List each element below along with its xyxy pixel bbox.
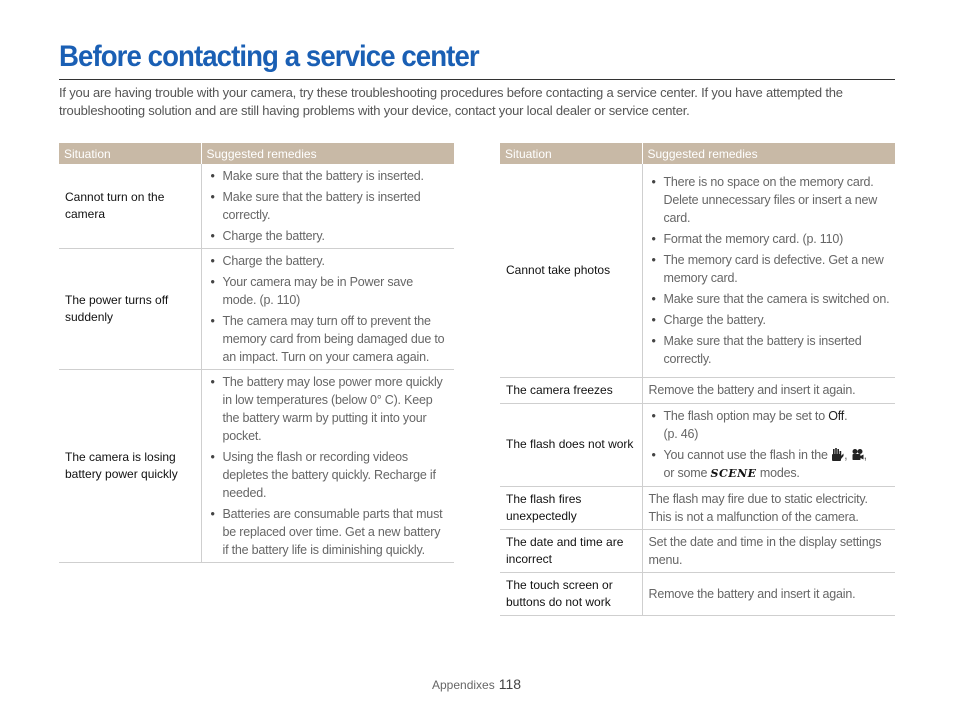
remedy-text: modes.	[759, 465, 800, 480]
movie-camera-icon	[852, 448, 864, 460]
remedy-text: The flash option may be set to	[663, 408, 829, 423]
situation-cell: Cannot turn on the camera	[59, 164, 202, 249]
remedy-item: Make sure that the battery is inserted.	[208, 167, 450, 185]
table-row: The flash does not work The flash option…	[500, 403, 895, 487]
remedy-text: or some	[663, 465, 708, 480]
remedies-cell: Set the date and time in the display set…	[642, 529, 895, 573]
remedy-item: Make sure that the camera is switched on…	[649, 290, 891, 308]
remedy-item: There is no space on the memory card. De…	[649, 173, 891, 227]
remedy-item: You cannot use the flash in the , , or s…	[649, 446, 891, 483]
remedy-text: .	[844, 408, 848, 423]
situation-cell: The camera is losing battery power quick…	[59, 369, 202, 563]
table-row: The flash fires unexpectedly The flash m…	[500, 486, 895, 530]
scene-icon: SCENE	[710, 466, 757, 480]
troubleshooting-table-left: Situation Suggested remedies Cannot turn…	[59, 143, 454, 563]
remedies-cell: Remove the battery and insert it again.	[642, 377, 895, 404]
title-divider	[59, 79, 895, 80]
remedy-item: The memory card is defective. Get a new …	[649, 251, 891, 287]
situation-cell: The flash does not work	[500, 403, 643, 487]
situation-cell: The touch screen or buttons do not work	[500, 572, 643, 616]
remedy-list: Charge the battery. Your camera may be i…	[208, 252, 450, 366]
table-header-row: Situation Suggested remedies	[500, 143, 895, 164]
remedy-text: You cannot use the flash in the	[663, 447, 829, 462]
header-situation: Situation	[500, 143, 643, 164]
situation-cell: The camera freezes	[500, 377, 643, 404]
header-situation: Situation	[59, 143, 202, 164]
table-row: The camera freezes Remove the battery an…	[500, 377, 895, 404]
table-header-row: Situation Suggested remedies	[59, 143, 454, 164]
separator: ,	[863, 447, 868, 462]
situation-cell: Cannot take photos	[500, 164, 643, 378]
remedy-list: There is no space on the memory card. De…	[649, 173, 891, 368]
footer-section-label: Appendixes	[432, 678, 495, 692]
remedies-cell: The battery may lose power more quickly …	[201, 369, 454, 563]
remedies-cell: There is no space on the memory card. De…	[642, 164, 895, 378]
remedy-item: Format the memory card. (p. 110)	[649, 230, 891, 248]
remedy-item: The camera may turn off to prevent the m…	[208, 312, 450, 366]
table-row: Cannot turn on the camera Make sure that…	[59, 164, 454, 249]
remedies-cell: Make sure that the battery is inserted. …	[201, 164, 454, 249]
remedy-item: Your camera may be in Power save mode. (…	[208, 273, 450, 309]
remedy-item: Batteries are consumable parts that must…	[208, 505, 450, 559]
situation-cell: The date and time are incorrect	[500, 529, 643, 573]
separator: ,	[844, 447, 848, 462]
page-number: 118	[498, 676, 522, 692]
table-row: The touch screen or buttons do not work …	[500, 572, 895, 616]
remedy-item: Make sure that the battery is inserted c…	[649, 332, 891, 368]
situation-cell: The power turns off suddenly	[59, 248, 202, 370]
remedy-item: Charge the battery.	[208, 252, 450, 270]
remedies-cell: Charge the battery. Your camera may be i…	[201, 248, 454, 370]
table-row: The camera is losing battery power quick…	[59, 369, 454, 563]
remedy-item: Make sure that the battery is inserted c…	[208, 188, 450, 224]
page-title: Before contacting a service center	[59, 40, 480, 73]
table-row: The power turns off suddenly Charge the …	[59, 248, 454, 370]
table-row: Cannot take photos There is no space on …	[500, 164, 895, 378]
remedy-item: The flash option may be set to Off. (p. 4…	[649, 407, 891, 443]
situation-cell: The flash fires unexpectedly	[500, 486, 643, 530]
remedies-cell: The flash option may be set to Off. (p. 4…	[642, 403, 895, 487]
remedy-list: The flash option may be set to Off. (p. 4…	[649, 407, 891, 483]
remedy-list: The battery may lose power more quickly …	[208, 373, 450, 559]
flash-off-label: Off	[828, 408, 845, 423]
remedies-cell: The flash may fire due to static electri…	[642, 486, 895, 530]
header-remedies: Suggested remedies	[201, 143, 454, 164]
page-reference: (p. 46)	[663, 426, 699, 441]
remedies-cell: Remove the battery and insert it again.	[642, 572, 895, 616]
intro-paragraph: If you are having trouble with your came…	[59, 85, 843, 118]
hand-stabilization-icon	[832, 447, 844, 461]
remedy-item: Charge the battery.	[649, 311, 891, 329]
remedy-item: Charge the battery.	[208, 227, 450, 245]
troubleshooting-table-right: Situation Suggested remedies Cannot take…	[500, 143, 895, 616]
remedy-list: Make sure that the battery is inserted. …	[208, 167, 450, 245]
page-footer: Appendixes 118	[432, 676, 521, 692]
remedy-item: The battery may lose power more quickly …	[208, 373, 450, 445]
header-remedies: Suggested remedies	[642, 143, 895, 164]
table-row: The date and time are incorrect Set the …	[500, 529, 895, 573]
remedy-item: Using the flash or recording videos depl…	[208, 448, 450, 502]
